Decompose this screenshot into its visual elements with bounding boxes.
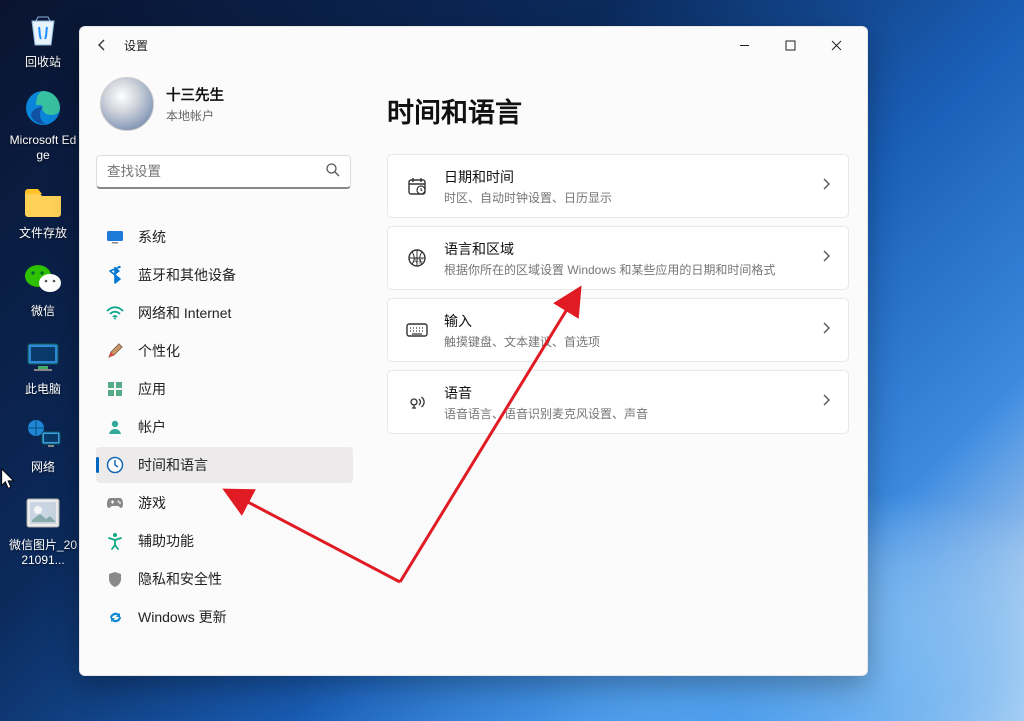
personalize-icon xyxy=(106,342,124,360)
nav-time-language[interactable]: 时间和语言 xyxy=(96,447,353,483)
nav-accessibility[interactable]: 辅助功能 xyxy=(96,523,353,559)
voice-icon xyxy=(406,391,428,413)
card-title: 语音 xyxy=(444,383,806,403)
nav-label: 网络和 Internet xyxy=(138,303,231,323)
nav-personalize[interactable]: 个性化 xyxy=(96,333,353,369)
window-title: 设置 xyxy=(124,37,148,54)
wechat-icon xyxy=(21,257,65,301)
desktop-icon-file-storage[interactable]: 文件存放 xyxy=(6,179,80,241)
nav-network[interactable]: 网络和 Internet xyxy=(96,295,353,331)
wifi-icon xyxy=(106,304,124,322)
nav-gaming[interactable]: 游戏 xyxy=(96,485,353,521)
network-icon xyxy=(21,413,65,457)
card-desc: 触摸键盘、文本建议、首选项 xyxy=(444,333,806,350)
nav-label: 辅助功能 xyxy=(138,531,194,551)
edge-icon xyxy=(21,86,65,130)
sidebar: 十三先生 本地帐户 系统 蓝牙和其他设备 网络和 Internet 个性化 应用… xyxy=(80,63,363,675)
desktop-icons: 回收站 Microsoft Edge 文件存放 微信 此电脑 网络 微信图片 xyxy=(6,8,86,584)
chevron-right-icon xyxy=(822,249,830,267)
card-voice[interactable]: 语音语音语言、语音识别麦克风设置、声音 xyxy=(387,370,849,434)
nav-system[interactable]: 系统 xyxy=(96,219,353,255)
search-input[interactable] xyxy=(107,164,325,179)
system-icon xyxy=(106,228,124,246)
this-pc-icon xyxy=(21,335,65,379)
nav-apps[interactable]: 应用 xyxy=(96,371,353,407)
profile-name: 十三先生 xyxy=(166,84,224,105)
nav-label: 游戏 xyxy=(138,493,166,513)
apps-icon xyxy=(106,380,124,398)
close-button[interactable] xyxy=(813,29,859,61)
nav-account[interactable]: 帐户 xyxy=(96,409,353,445)
desktop-icon-edge[interactable]: Microsoft Edge xyxy=(6,86,80,163)
nav-list: 系统 蓝牙和其他设备 网络和 Internet 个性化 应用 帐户 时间和语言 … xyxy=(96,219,353,635)
desktop-icon-label: 微信图片_2021091... xyxy=(7,538,79,568)
nav-label: Windows 更新 xyxy=(138,607,227,627)
folder-icon xyxy=(21,179,65,223)
desktop-icon-recycle-bin[interactable]: 回收站 xyxy=(6,8,80,70)
main-pane: 时间和语言 日期和时间时区、自动时钟设置、日历显示 A字 语言和区域根据你所在的… xyxy=(363,63,867,675)
search-box[interactable] xyxy=(96,155,351,189)
nav-label: 个性化 xyxy=(138,341,180,361)
desktop-icon-label: 此电脑 xyxy=(25,382,61,397)
desktop-icon-wechat[interactable]: 微信 xyxy=(6,257,80,319)
profile-subtitle: 本地帐户 xyxy=(166,107,224,124)
nav-privacy[interactable]: 隐私和安全性 xyxy=(96,561,353,597)
nav-label: 隐私和安全性 xyxy=(138,569,222,589)
desktop-icon-this-pc[interactable]: 此电脑 xyxy=(6,335,80,397)
globe-icon: A字 xyxy=(406,247,428,269)
profile-block[interactable]: 十三先生 本地帐户 xyxy=(96,63,353,141)
desktop-icon-label: 回收站 xyxy=(25,55,61,70)
avatar xyxy=(100,77,154,131)
nav-label: 帐户 xyxy=(138,417,166,437)
nav-windows-update[interactable]: Windows 更新 xyxy=(96,599,353,635)
nav-label: 应用 xyxy=(138,379,166,399)
chevron-right-icon xyxy=(822,321,830,339)
card-desc: 根据你所在的区域设置 Windows 和某些应用的日期和时间格式 xyxy=(444,261,806,278)
card-title: 日期和时间 xyxy=(444,167,806,187)
desktop-icon-network[interactable]: 网络 xyxy=(6,413,80,475)
image-thumb-icon xyxy=(21,491,65,535)
card-desc: 时区、自动时钟设置、日历显示 xyxy=(444,189,806,206)
recycle-bin-icon xyxy=(21,8,65,52)
desktop-icon-label: 网络 xyxy=(31,460,55,475)
search-icon xyxy=(325,162,340,182)
calendar-icon xyxy=(406,175,428,197)
bluetooth-icon xyxy=(106,266,124,284)
page-title: 时间和语言 xyxy=(387,91,849,130)
card-language-region[interactable]: A字 语言和区域根据你所在的区域设置 Windows 和某些应用的日期和时间格式 xyxy=(387,226,849,290)
account-icon xyxy=(106,418,124,436)
update-icon xyxy=(106,608,124,626)
titlebar: 设置 xyxy=(80,27,867,63)
card-title: 输入 xyxy=(444,311,806,331)
desktop-icon-label: 微信 xyxy=(31,304,55,319)
privacy-icon xyxy=(106,570,124,588)
time-lang-icon xyxy=(106,456,124,474)
desktop-icon-label: Microsoft Edge xyxy=(7,133,79,163)
keyboard-icon xyxy=(406,319,428,341)
gaming-icon xyxy=(106,494,124,512)
svg-text:A字: A字 xyxy=(413,257,423,265)
nav-label: 蓝牙和其他设备 xyxy=(138,265,236,285)
maximize-button[interactable] xyxy=(767,29,813,61)
chevron-right-icon xyxy=(822,177,830,195)
settings-window: 设置 十三先生 本地帐户 系统 xyxy=(79,26,868,676)
nav-label: 时间和语言 xyxy=(138,455,208,475)
nav-label: 系统 xyxy=(138,227,166,247)
nav-bluetooth[interactable]: 蓝牙和其他设备 xyxy=(96,257,353,293)
card-title: 语言和区域 xyxy=(444,239,806,259)
desktop-icon-label: 文件存放 xyxy=(19,226,67,241)
card-date-time[interactable]: 日期和时间时区、自动时钟设置、日历显示 xyxy=(387,154,849,218)
card-desc: 语音语言、语音识别麦克风设置、声音 xyxy=(444,405,806,422)
desktop-icon-wechat-image[interactable]: 微信图片_2021091... xyxy=(6,491,80,568)
back-button[interactable] xyxy=(94,37,110,53)
chevron-right-icon xyxy=(822,393,830,411)
minimize-button[interactable] xyxy=(721,29,767,61)
card-input[interactable]: 输入触摸键盘、文本建议、首选项 xyxy=(387,298,849,362)
accessibility-icon xyxy=(106,532,124,550)
